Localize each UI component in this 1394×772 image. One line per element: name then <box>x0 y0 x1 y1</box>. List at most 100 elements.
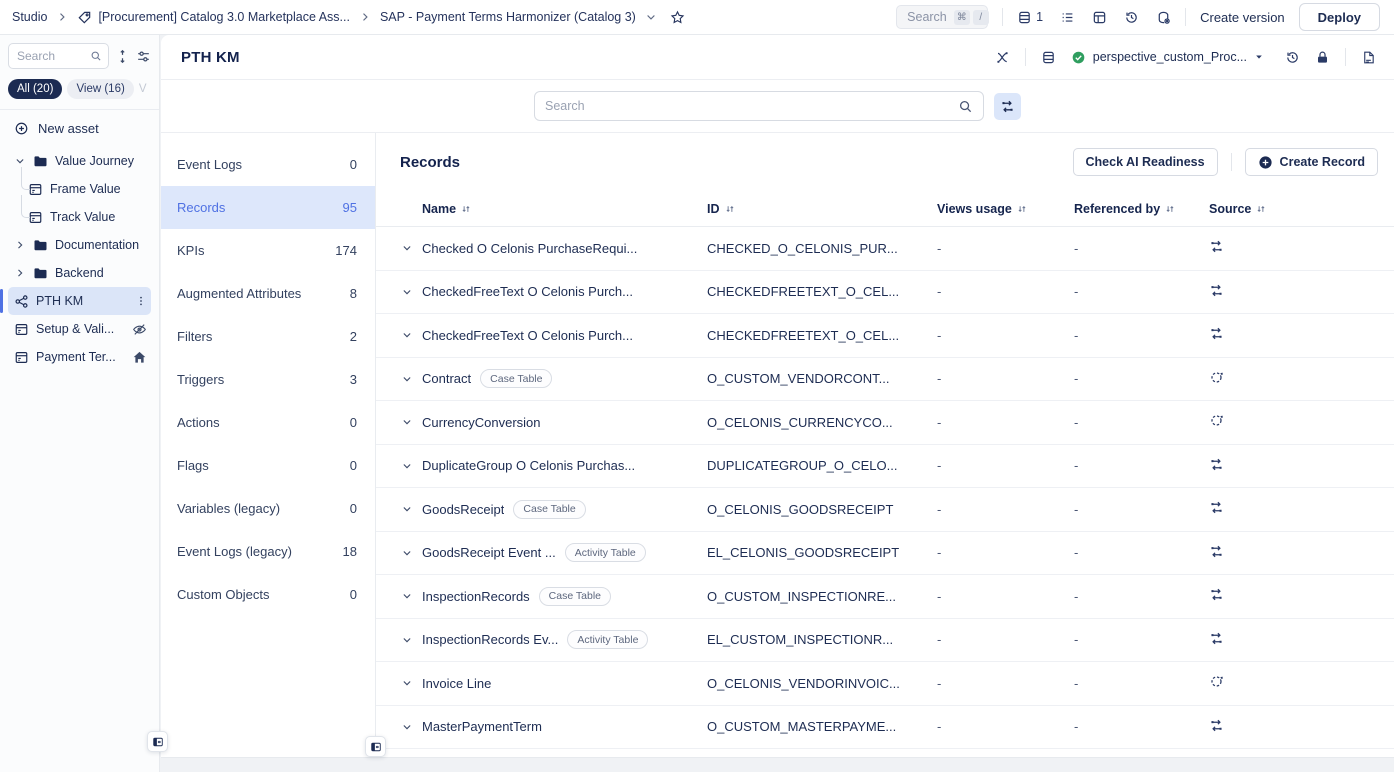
table-row[interactable]: ContractCase TableO_CUSTOM_VENDORCONT...… <box>376 358 1394 402</box>
record-referenced-by: - <box>1074 719 1209 734</box>
nav-item-event-logs[interactable]: Event Logs0 <box>161 143 375 186</box>
record-referenced-by: - <box>1074 458 1209 473</box>
sort-icon[interactable] <box>1165 204 1175 214</box>
nav-item-event-logs-legacy[interactable]: Event Logs (legacy)18 <box>161 530 375 573</box>
filter-pill-all[interactable]: All (20) <box>8 79 62 99</box>
record-referenced-by: - <box>1074 328 1209 343</box>
nav-item-augmented-attributes[interactable]: Augmented Attributes8 <box>161 272 375 315</box>
sidebar-item-pth-km[interactable]: PTH KM <box>8 287 151 315</box>
check-ai-readiness-button[interactable]: Check AI Readiness <box>1073 148 1218 176</box>
nav-item-kpis[interactable]: KPIs174 <box>161 229 375 272</box>
sidebar-item-payment-ter[interactable]: Payment Ter... <box>8 343 151 371</box>
bottom-strip <box>161 757 1394 772</box>
perspective-selector[interactable]: perspective_custom_Proc... <box>1071 50 1264 65</box>
row-expand-chevron-icon[interactable] <box>392 460 422 472</box>
table-body: Checked O Celonis PurchaseRequi...CHECKE… <box>376 227 1394 749</box>
sidebar-item-setup-vali[interactable]: Setup & Vali... <box>8 315 151 343</box>
row-expand-chevron-icon[interactable] <box>392 329 422 341</box>
transformation-toggle-button[interactable] <box>994 93 1021 120</box>
collapse-nav-panel-button[interactable] <box>365 736 386 757</box>
table-row[interactable]: InspectionRecords Ev...Activity TableEL_… <box>376 619 1394 663</box>
column-name[interactable]: Name <box>422 202 456 216</box>
table-row[interactable]: GoodsReceipt Event ...Activity TableEL_C… <box>376 532 1394 576</box>
data-pool-settings-icon[interactable] <box>1156 10 1171 25</box>
row-expand-chevron-icon[interactable] <box>392 634 422 646</box>
history-icon[interactable] <box>1285 50 1300 65</box>
nav-item-actions[interactable]: Actions0 <box>161 401 375 444</box>
sidebar-item-label: Frame Value <box>50 182 147 196</box>
new-asset-button[interactable]: New asset <box>8 110 151 145</box>
variables-icon[interactable] <box>995 50 1010 65</box>
table-row[interactable]: CheckedFreeText O Celonis Purch...CHECKE… <box>376 314 1394 358</box>
column-referenced-by[interactable]: Referenced by <box>1074 202 1160 216</box>
sidebar-item-backend[interactable]: Backend <box>8 259 151 287</box>
table-row[interactable]: MasterPaymentTermO_CUSTOM_MASTERPAYME...… <box>376 706 1394 750</box>
table-row[interactable]: Checked O Celonis PurchaseRequi...CHECKE… <box>376 227 1394 271</box>
filter-settings-icon[interactable] <box>136 49 151 64</box>
row-expand-chevron-icon[interactable] <box>392 590 422 602</box>
sidebar-item-documentation[interactable]: Documentation <box>8 231 151 259</box>
breadcrumb-package[interactable]: [Procurement] Catalog 3.0 Marketplace As… <box>77 10 350 25</box>
data-model-icon[interactable] <box>1041 50 1056 65</box>
history-icon[interactable] <box>1124 10 1139 25</box>
lock-icon[interactable] <box>1315 50 1330 65</box>
sidebar-search <box>8 43 109 69</box>
checklist-icon[interactable] <box>1060 10 1075 25</box>
create-record-button[interactable]: Create Record <box>1245 148 1378 176</box>
row-expand-chevron-icon[interactable] <box>392 286 422 298</box>
table-row[interactable]: CurrencyConversionO_CELONIS_CURRENCYCO..… <box>376 401 1394 445</box>
breadcrumb-package-label: [Procurement] Catalog 3.0 Marketplace As… <box>98 10 350 24</box>
sort-icon[interactable] <box>1017 204 1027 214</box>
sidebar-item-track-value[interactable]: Track Value <box>8 203 151 231</box>
table-row[interactable]: InspectionRecordsCase TableO_CUSTOM_INSP… <box>376 575 1394 619</box>
column-source[interactable]: Source <box>1209 202 1251 216</box>
nav-item-count: 174 <box>335 243 357 258</box>
nav-item-flags[interactable]: Flags0 <box>161 444 375 487</box>
yaml-file-icon[interactable] <box>1361 50 1376 65</box>
nav-item-triggers[interactable]: Triggers3 <box>161 358 375 401</box>
record-search-input[interactable] <box>545 99 958 113</box>
eye-slash-icon <box>132 322 147 337</box>
sort-icon[interactable] <box>461 204 471 214</box>
row-expand-chevron-icon[interactable] <box>392 242 422 254</box>
row-expand-chevron-icon[interactable] <box>392 503 422 515</box>
create-version-button[interactable]: Create version <box>1200 10 1285 25</box>
filter-pill-clipped[interactable]: V <box>139 83 147 95</box>
sidebar-search-input[interactable] <box>17 49 90 63</box>
record-id: CHECKEDFREETEXT_O_CEL... <box>707 328 937 343</box>
record-views-usage: - <box>937 719 1074 734</box>
unfold-icon[interactable] <box>115 49 130 64</box>
breadcrumb-asset[interactable]: SAP - Payment Terms Harmonizer (Catalog … <box>380 10 636 24</box>
record-referenced-by: - <box>1074 676 1209 691</box>
nav-item-records[interactable]: Records95 <box>161 186 375 229</box>
row-expand-chevron-icon[interactable] <box>392 547 422 559</box>
sort-icon[interactable] <box>725 204 735 214</box>
plus-circle-icon <box>14 121 29 136</box>
collapse-sidebar-button[interactable] <box>147 731 168 752</box>
row-expand-chevron-icon[interactable] <box>392 721 422 733</box>
table-row[interactable]: DuplicateGroup O Celonis Purchas...DUPLI… <box>376 445 1394 489</box>
page-title: PTH KM <box>181 49 240 66</box>
divider <box>1231 153 1232 171</box>
column-views-usage[interactable]: Views usage <box>937 202 1012 216</box>
column-id[interactable]: ID <box>707 202 720 216</box>
nav-item-count: 8 <box>350 286 357 301</box>
nav-item-custom-objects[interactable]: Custom Objects0 <box>161 573 375 616</box>
views-grid-icon[interactable] <box>1092 10 1107 25</box>
global-search-input[interactable]: Search ⌘ / <box>896 5 988 29</box>
star-icon[interactable] <box>670 10 685 25</box>
nav-item-variables-legacy[interactable]: Variables (legacy)0 <box>161 487 375 530</box>
table-row[interactable]: CheckedFreeText O Celonis Purch...CHECKE… <box>376 271 1394 315</box>
table-row[interactable]: Invoice LineO_CELONIS_VENDORINVOIC...-- <box>376 662 1394 706</box>
row-expand-chevron-icon[interactable] <box>392 373 422 385</box>
breadcrumb-studio[interactable]: Studio <box>12 10 47 24</box>
row-expand-chevron-icon[interactable] <box>392 677 422 689</box>
row-expand-chevron-icon[interactable] <box>392 416 422 428</box>
deploy-button[interactable]: Deploy <box>1299 3 1380 31</box>
chevron-down-icon[interactable] <box>645 11 657 23</box>
sort-icon[interactable] <box>1256 204 1266 214</box>
nav-item-filters[interactable]: Filters2 <box>161 315 375 358</box>
table-row[interactable]: GoodsReceiptCase TableO_CELONIS_GOODSREC… <box>376 488 1394 532</box>
filter-pill-view[interactable]: View (16) <box>67 79 133 99</box>
data-model-button[interactable]: 1 <box>1017 10 1043 25</box>
